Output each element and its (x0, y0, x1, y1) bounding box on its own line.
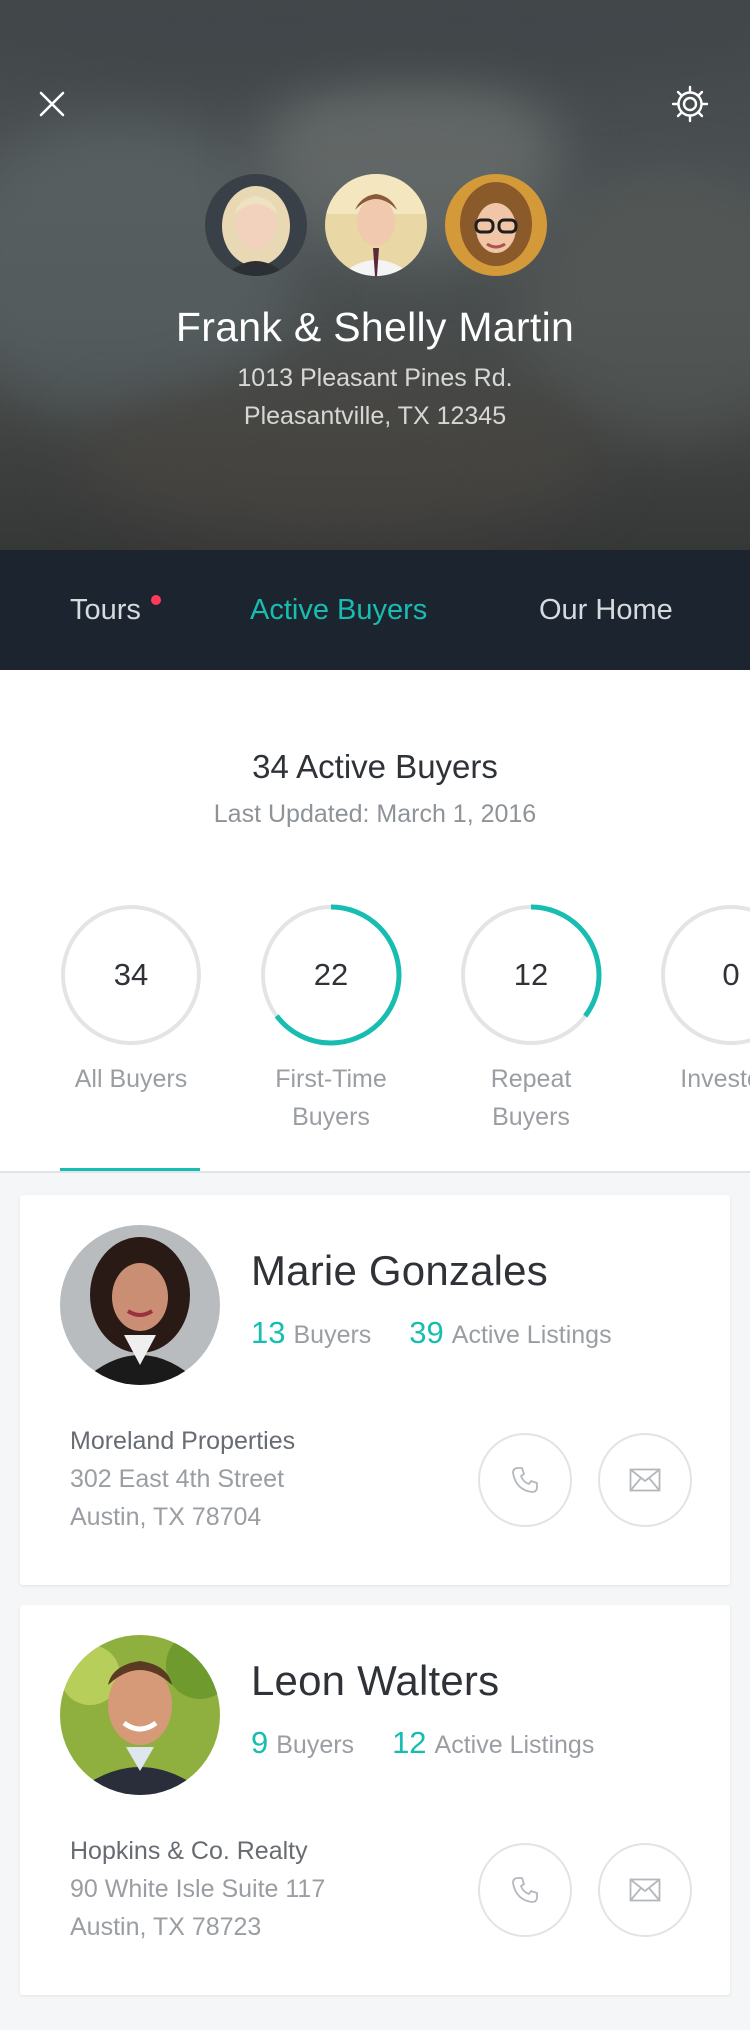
agent-photo (60, 1225, 220, 1385)
agent-stats: 13 Buyers 39 Active Listings (251, 1315, 612, 1351)
stat-value: 22 (313, 957, 349, 992)
listings-count: 39 (409, 1315, 444, 1350)
avatar[interactable] (325, 174, 427, 276)
tab-bar: Tours Active Buyers Our Home (0, 550, 750, 670)
family-name: Frank & Shelly Martin (175, 304, 575, 350)
agent-name: Marie Gonzales (251, 1247, 548, 1294)
agent-street: 90 White Isle Suite 117 (70, 1875, 326, 1903)
stat-label: All Buyers (74, 1065, 188, 1093)
close-icon (39, 91, 65, 117)
call-button[interactable] (478, 1433, 572, 1527)
agent-company: Moreland Properties (70, 1427, 296, 1455)
address-line-2: Pleasantville, TX 12345 (243, 402, 507, 430)
agent-card[interactable]: Marie Gonzales 13 Buyers 39 Active Listings… (20, 1195, 730, 1585)
stat-repeat-buyers[interactable]: 12 Repeat Buyers (445, 904, 615, 1131)
agent-photo (60, 1635, 220, 1795)
agent-stats: 9 Buyers 12 Active Listings (251, 1725, 594, 1761)
agent-name: Leon Walters (251, 1657, 500, 1704)
email-button[interactable] (598, 1433, 692, 1527)
stat-label: Investors (680, 1065, 750, 1093)
avatar[interactable] (445, 174, 547, 276)
listings-count: 12 (392, 1725, 427, 1760)
phone-icon (512, 1877, 538, 1903)
gear-icon (671, 85, 709, 123)
close-button[interactable] (22, 74, 82, 134)
agent-company: Hopkins & Co. Realty (70, 1837, 308, 1865)
buyers-count: 9 (251, 1725, 269, 1760)
selected-stat-indicator (60, 1168, 200, 1171)
listings-label: Active Listings (434, 1731, 595, 1759)
stat-value: 12 (513, 957, 549, 992)
phone-icon (512, 1467, 538, 1493)
buyers-summary: 34 Active Buyers Last Updated: March 1, … (0, 670, 750, 1173)
agent-city: Austin, TX 78704 (70, 1503, 262, 1531)
notification-dot (151, 595, 161, 605)
summary-title: 34 Active Buyers (252, 748, 498, 785)
agent-street: 302 East 4th Street (70, 1465, 285, 1493)
household-avatars (0, 174, 750, 278)
tab-active-buyers[interactable]: Active Buyers (250, 550, 427, 670)
settings-button[interactable] (660, 74, 720, 134)
tab-tours[interactable]: Tours (70, 550, 141, 670)
listings-label: Active Listings (451, 1321, 612, 1349)
email-button[interactable] (598, 1843, 692, 1937)
tab-our-home[interactable]: Our Home (539, 550, 673, 670)
stat-value: 34 (113, 957, 149, 992)
mail-icon (629, 1468, 661, 1492)
stat-first-time-buyers[interactable]: 22 First-Time Buyers (245, 904, 415, 1131)
stat-label: First-Time Buyers (275, 1065, 387, 1131)
last-updated: Last Updated: March 1, 2016 (213, 800, 537, 828)
buyers-label: Buyers (276, 1731, 355, 1759)
buyers-label: Buyers (293, 1321, 372, 1349)
avatar[interactable] (205, 174, 307, 276)
agent-city: Austin, TX 78723 (70, 1913, 262, 1941)
profile-header: Frank & Shelly Martin 1013 Pleasant Pine… (0, 0, 750, 550)
stat-investors[interactable]: 0 Investors (645, 904, 750, 1104)
stat-value: 0 (722, 957, 740, 992)
stat-all-buyers[interactable]: 34 All Buyers (45, 904, 215, 1104)
buyers-count: 13 (251, 1315, 286, 1350)
agent-card[interactable]: Leon Walters 9 Buyers 12 Active Listings Ho… (20, 1605, 730, 1995)
call-button[interactable] (478, 1843, 572, 1937)
stat-label: Repeat Buyers (490, 1065, 572, 1131)
mail-icon (629, 1878, 661, 1902)
address-line-1: 1013 Pleasant Pines Rd. (237, 364, 513, 392)
